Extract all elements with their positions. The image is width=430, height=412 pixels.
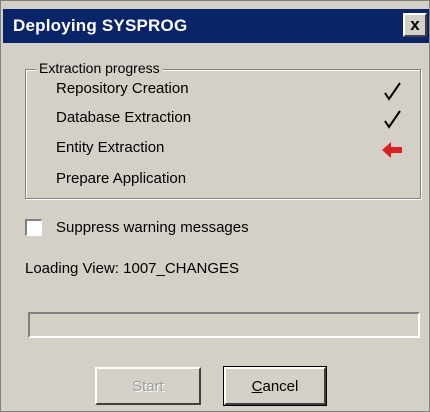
window-title: Deploying SYSPROG bbox=[13, 16, 188, 35]
step-prepare-application: Prepare Application bbox=[56, 170, 187, 187]
start-label: Start bbox=[132, 377, 164, 395]
extraction-progress-group: Extraction progress Repository Creation … bbox=[25, 60, 421, 199]
loading-label: Loading View: bbox=[25, 260, 119, 277]
start-button[interactable]: Start bbox=[95, 367, 201, 405]
suppress-warnings-label[interactable]: Suppress warning messages bbox=[56, 219, 249, 236]
progress-bar bbox=[28, 312, 420, 338]
cancel-button[interactable]: Cancel bbox=[223, 366, 327, 406]
check-icon bbox=[384, 110, 401, 129]
step-entity-extraction: Entity Extraction bbox=[56, 139, 165, 156]
check-icon bbox=[384, 82, 401, 101]
title-bar[interactable]: Deploying SYSPROG x bbox=[3, 9, 429, 43]
loading-status: Loading View: 1007_CHANGES bbox=[25, 260, 239, 277]
group-label: Extraction progress bbox=[36, 60, 163, 76]
deploy-dialog: Deploying SYSPROG x Extraction progress … bbox=[0, 0, 430, 412]
step-database-extraction: Database Extraction bbox=[56, 109, 192, 126]
close-icon: x bbox=[410, 15, 420, 34]
close-button[interactable]: x bbox=[403, 13, 427, 37]
cancel-accelerator: C bbox=[251, 377, 263, 395]
suppress-warnings-option[interactable]: Suppress warning messages bbox=[25, 219, 249, 236]
step-repository-creation: Repository Creation bbox=[56, 80, 189, 97]
suppress-warnings-checkbox[interactable] bbox=[25, 219, 42, 236]
cancel-label: Cancel bbox=[251, 377, 299, 395]
arrow-left-icon bbox=[382, 142, 402, 158]
loading-value: 1007_CHANGES bbox=[123, 260, 240, 277]
